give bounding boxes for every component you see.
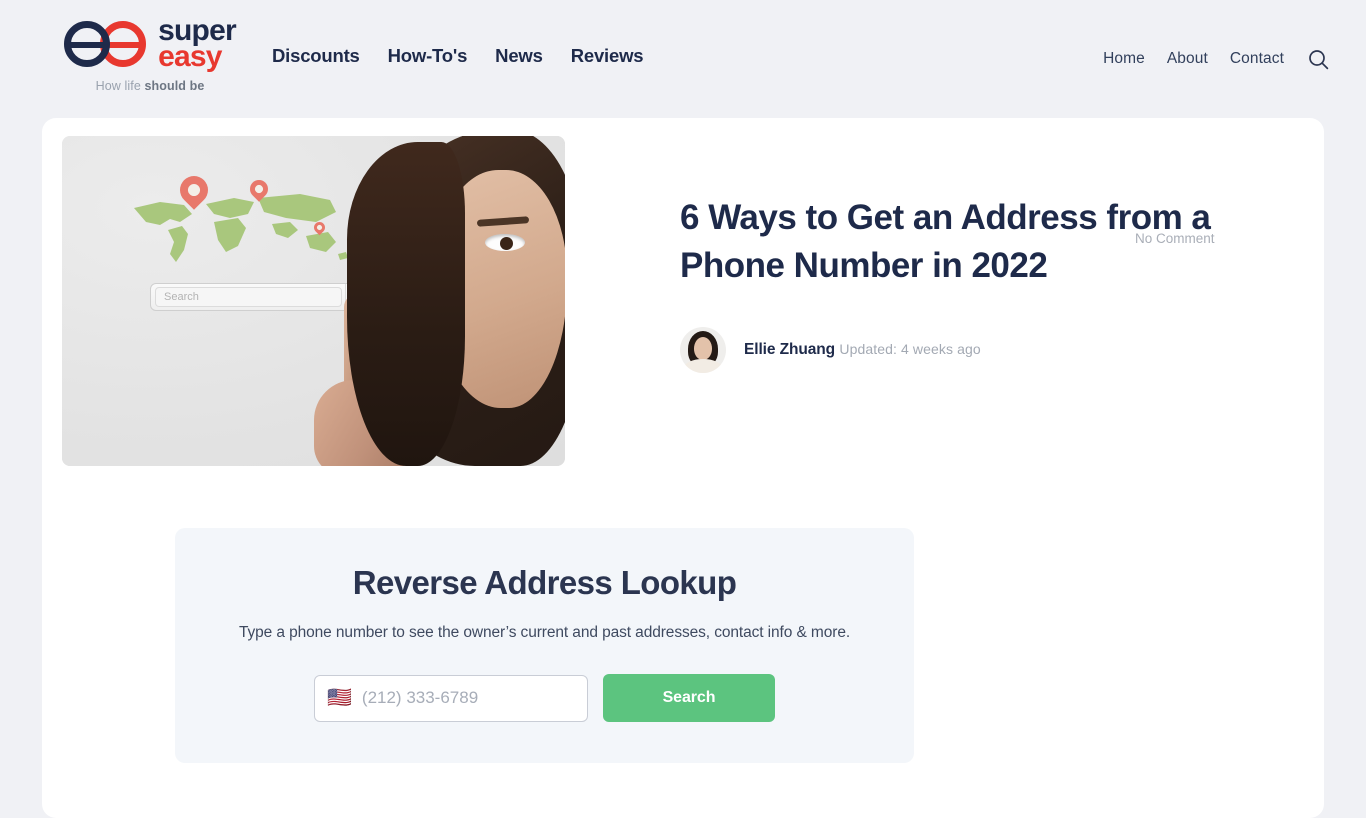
search-icon [1308, 49, 1328, 69]
pin-head [311, 219, 328, 236]
logo-word-easy: easy [158, 39, 222, 73]
nav-item-about[interactable]: About [1167, 50, 1208, 68]
map-pin-small-icon [311, 219, 328, 236]
nav-item-how-tos[interactable]: How-To's [388, 45, 468, 67]
comment-count[interactable]: No Comment [1135, 231, 1215, 246]
phone-input-wrapper[interactable]: 🇺🇸 [314, 674, 588, 722]
nav-item-reviews[interactable]: Reviews [571, 45, 644, 67]
nav-item-discounts[interactable]: Discounts [272, 45, 360, 67]
header-search-button[interactable] [1306, 47, 1330, 71]
map-pin-medium-icon [246, 176, 272, 202]
site-header: super easy How life should be Discounts … [0, 0, 1366, 118]
lookup-form: 🇺🇸 Search [175, 674, 914, 722]
updated-timestamp: Updated: 4 weeks ago [839, 340, 981, 357]
avatar-face [694, 336, 712, 360]
secondary-navigation: Home About Contact [1103, 47, 1330, 71]
tagline-light: How life [95, 78, 145, 93]
pin-head [174, 170, 214, 210]
primary-navigation: Discounts How-To's News Reviews [272, 45, 644, 67]
logo-row: super easy [64, 16, 237, 73]
iris [500, 237, 513, 250]
logo-wordmark: super easy [158, 16, 237, 73]
nav-item-news[interactable]: News [495, 45, 543, 67]
hair-front [347, 142, 465, 466]
avatar[interactable] [680, 326, 726, 373]
reverse-address-lookup-widget: Reverse Address Lookup Type a phone numb… [175, 528, 914, 763]
logo-circle-navy-icon [64, 20, 111, 67]
nav-item-home[interactable]: Home [1103, 50, 1145, 68]
article-byline: Ellie Zhuang Updated: 4 weeks ago No Com… [680, 231, 1280, 373]
tagline-bold: should be [144, 78, 205, 93]
byline-text: Ellie Zhuang Updated: 4 weeks ago [744, 341, 981, 359]
logo-tagline: How life should be [96, 79, 205, 93]
article-hero-image: Search [62, 136, 565, 466]
hero-photo: Search [62, 136, 565, 466]
site-logo[interactable]: super easy How life should be [40, 16, 260, 93]
phone-number-input[interactable] [361, 688, 583, 708]
logo-mark-icon [64, 20, 150, 67]
lookup-subtitle: Type a phone number to see the owner’s c… [238, 624, 851, 641]
nav-item-contact[interactable]: Contact [1230, 50, 1284, 68]
us-flag-icon: 🇺🇸 [327, 687, 352, 709]
content-card: Search 6 Ways to Get an Address from a P… [42, 118, 1324, 818]
pin-head [246, 176, 272, 202]
lookup-search-button[interactable]: Search [603, 674, 775, 722]
avatar-body [684, 358, 722, 373]
map-pin-large-icon [174, 170, 214, 210]
article-header-text: 6 Ways to Get an Address from a Phone Nu… [680, 194, 1280, 373]
woman-portrait-graphic [347, 136, 565, 466]
author-name[interactable]: Ellie Zhuang [744, 341, 835, 358]
lookup-heading: Reverse Address Lookup [352, 564, 737, 601]
